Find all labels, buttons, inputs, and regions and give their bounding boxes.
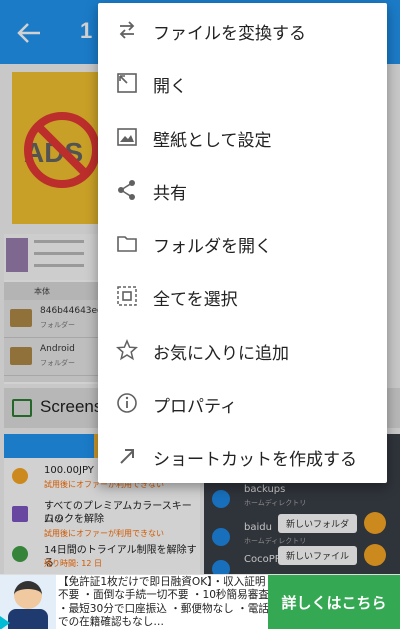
menu-item-add-favorite[interactable]: お気に入りに追加	[98, 323, 387, 376]
ad-choices-icon[interactable]	[0, 616, 10, 629]
star-icon	[116, 338, 138, 360]
image-icon	[117, 127, 137, 146]
swap-arrows-icon	[119, 21, 135, 39]
ad-banner[interactable]: 【免許証1枚だけで即日融資OK】・収入証明不要 ・面倒な手続一切不要 ・10秒簡…	[0, 574, 400, 629]
shortcut-arrow-icon	[120, 449, 134, 465]
menu-item-select-all[interactable]: 全てを選択	[98, 269, 387, 322]
menu-item-properties[interactable]: プロパティ	[98, 376, 387, 429]
context-menu: ファイルを変換する 開く 壁紙として設定 共有 フォルダを開く 全てを選択 お気…	[98, 3, 387, 483]
menu-item-share[interactable]: 共有	[98, 163, 387, 216]
menu-item-open[interactable]: 開く	[98, 56, 387, 109]
folder-icon	[117, 236, 137, 252]
ad-avatar-image	[0, 575, 56, 629]
info-icon	[117, 393, 137, 413]
share-icon	[118, 179, 135, 200]
open-external-icon	[117, 73, 137, 94]
menu-item-create-shortcut[interactable]: ショートカットを作成する	[98, 429, 387, 482]
ad-text: 【免許証1枚だけで即日融資OK】・収入証明不要 ・面倒な手続一切不要 ・10秒簡…	[58, 576, 269, 629]
ad-cta-button[interactable]: 詳しくはこちら	[268, 575, 400, 629]
menu-item-set-wallpaper[interactable]: 壁紙として設定	[98, 110, 387, 163]
select-all-icon	[117, 286, 137, 307]
menu-item-open-folder[interactable]: フォルダを開く	[98, 216, 387, 269]
menu-item-convert-file[interactable]: ファイルを変換する	[98, 3, 387, 56]
